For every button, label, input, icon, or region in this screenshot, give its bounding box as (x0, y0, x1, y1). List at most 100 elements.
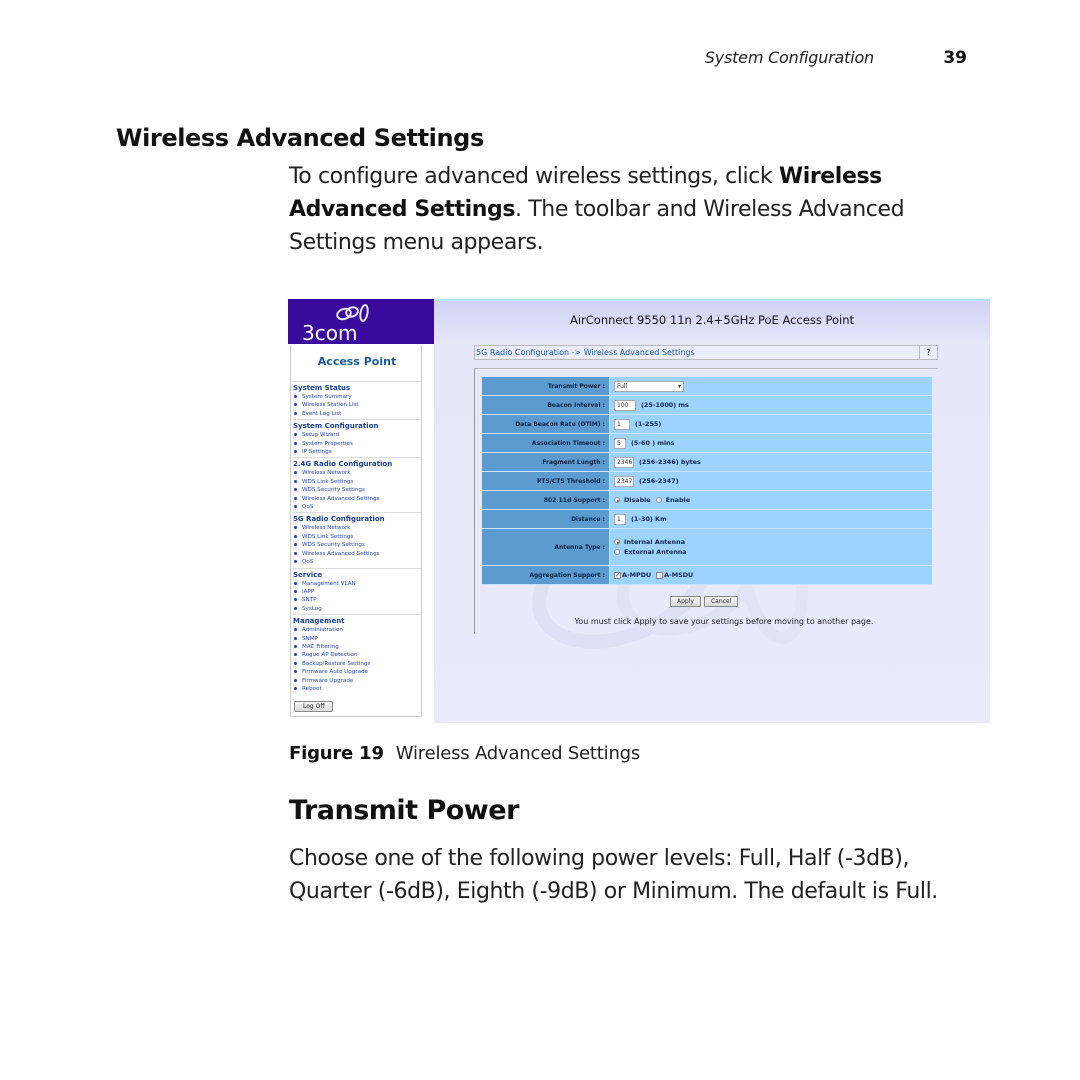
sidebar-item[interactable]: WDS Security Settings (293, 541, 421, 549)
bullet-icon (294, 471, 297, 475)
bullet-icon (294, 560, 297, 564)
intro-text: To configure advanced wireless settings,… (289, 164, 779, 189)
nav-group: System Status System Summary Wireless Stat… (293, 381, 421, 419)
radio-icon[interactable] (655, 497, 662, 503)
nav-group-title: 2.4G Radio Configuration (293, 460, 393, 469)
distance-input[interactable]: 1 (614, 513, 626, 525)
sidebar-item[interactable]: Reboot (293, 685, 421, 693)
nav-group: 5G Radio Configuration Wireless Network WD… (293, 512, 421, 567)
sidebar-item[interactable]: Wireless Advanced Settings (293, 495, 421, 503)
bullet-icon (294, 661, 297, 665)
apply-button[interactable]: Apply (670, 596, 701, 607)
radio-icon[interactable] (614, 549, 620, 555)
sidebar-item[interactable]: Event Log List (293, 410, 421, 418)
sidebar-item[interactable]: Wireless Network (293, 469, 421, 477)
sidebar-item[interactable]: WDS Link Settings (293, 533, 421, 541)
nav-group: Management Administration SNMP MAC Filterin… (293, 614, 421, 713)
sidebar-item-label: Management VLAN (302, 580, 356, 587)
nav-group-title: System Status (293, 384, 351, 392)
radio-selected-icon[interactable] (614, 497, 620, 503)
rts-threshold-input[interactable]: 2347 (614, 475, 634, 487)
sidebar-item-label: SNTP (302, 597, 317, 604)
sidebar-item[interactable]: System Properties (293, 440, 421, 448)
bullet-icon (294, 450, 297, 454)
sidebar-item[interactable]: SNTP (293, 596, 421, 604)
sidebar-item-label: QoS (302, 504, 314, 511)
sidebar-item[interactable]: SysLog (293, 605, 421, 613)
nav-group-title: Management (293, 617, 345, 626)
beacon-interval-hint: (25-1000) ms (641, 401, 689, 409)
sidebar-item-label: Rogue AP Detection (302, 652, 358, 659)
bullet-icon (294, 581, 297, 585)
brand-logo: 3com (288, 299, 434, 345)
form-row-aggregation: Aggregation Support : ✓ A-MPDU A-MSDU (482, 566, 932, 585)
sidebar-item[interactable]: Wireless Network (293, 524, 421, 532)
top-strip (434, 299, 990, 301)
option-label: Internal Antenna (624, 538, 686, 546)
form-row-80211d: 802.11d Support : Disable Enable (482, 491, 932, 510)
cancel-button[interactable]: Cancel (703, 596, 739, 607)
sidebar-item[interactable]: IP Settings (293, 448, 421, 456)
help-button[interactable]: ? (919, 346, 937, 359)
sidebar-item-label: Administration (302, 627, 343, 634)
radio-selected-icon[interactable] (614, 539, 620, 545)
bullet-icon (294, 589, 297, 593)
transmit-power-label: Transmit Power : (482, 377, 610, 395)
sidebar-item-label: Reboot (302, 685, 322, 692)
logoff-button[interactable]: Log Off (294, 701, 334, 713)
access-point-title: Access Point (317, 355, 397, 368)
association-timeout-input[interactable]: 5 (614, 437, 626, 449)
bullet-icon (294, 686, 297, 690)
sidebar-item[interactable]: SNMP (293, 635, 421, 643)
sidebar-item[interactable]: MAC Filtering (293, 643, 421, 651)
settings-form: Transmit Power : Full ▾ Beacon Interval :… (482, 377, 932, 585)
transmit-power-value: Full (617, 382, 628, 390)
sidebar-item[interactable]: Wireless Station List (293, 401, 421, 409)
amsdu-option[interactable]: A-MSDU (656, 571, 693, 579)
dot11d-enable-option[interactable]: Enable (655, 496, 690, 504)
sidebar-item[interactable]: Management VLAN (293, 580, 421, 588)
sidebar-item[interactable]: WDS Link Settings (293, 478, 421, 486)
sidebar-item[interactable]: Administration (293, 626, 421, 634)
sidebar-item[interactable]: Firmware Upgrade (293, 677, 421, 685)
sidebar-item-label: Backup/Restore Settings (302, 660, 371, 667)
sidebar-item[interactable]: System Summary (293, 393, 421, 401)
sidebar-item[interactable]: Setup Wizard (293, 431, 421, 439)
sidebar-item[interactable]: QoS (293, 503, 421, 511)
dot11d-disable-option[interactable]: Disable (614, 496, 651, 504)
transmit-power-heading: Transmit Power (289, 795, 519, 826)
bullet-icon (294, 670, 297, 674)
bullet-icon (294, 678, 297, 682)
intro-paragraph: To configure advanced wireless settings,… (289, 160, 969, 259)
bullet-icon (294, 543, 297, 547)
running-head: System Configuration 39 (0, 48, 1080, 72)
ampdu-option[interactable]: ✓ A-MPDU (614, 571, 651, 579)
beacon-interval-input[interactable]: 100 (614, 399, 636, 411)
bullet-icon (294, 606, 297, 610)
form-row-rts-threshold: RTS/CTS Threshold : 2347 (256-2347) (482, 472, 932, 491)
sidebar-item[interactable]: Firmware Auto Upgrade (293, 668, 421, 676)
nav-group-title: 5G Radio Configuration (293, 515, 385, 524)
sidebar-nav: System Status System Summary Wireless Stat… (293, 381, 421, 713)
sidebar-item[interactable]: Backup/Restore Settings (293, 660, 421, 668)
sidebar-item[interactable]: IAPP (293, 588, 421, 596)
transmit-power-select[interactable]: Full ▾ (614, 380, 684, 392)
antenna-internal-option[interactable]: Internal Antenna (614, 538, 685, 546)
antenna-type-label: Antenna Type : (482, 529, 610, 565)
checkbox-icon[interactable] (656, 571, 664, 579)
bullet-icon (294, 488, 297, 492)
bullet-icon (294, 628, 297, 632)
dtim-input[interactable]: 1 (614, 418, 630, 430)
sidebar-item-label: Wireless Advanced Settings (302, 550, 380, 557)
sidebar-item[interactable]: WDS Security Settings (293, 486, 421, 494)
sidebar-item-label: WDS Link Settings (302, 478, 354, 485)
antenna-external-option[interactable]: External Antenna (614, 548, 687, 556)
sidebar-item-label: Wireless Advanced Settings (302, 495, 380, 502)
figure-screenshot: 3com Access Point System Status System Su… (288, 299, 990, 723)
fragment-length-input[interactable]: 2346 (614, 456, 634, 468)
checkbox-checked-icon[interactable]: ✓ (614, 571, 621, 579)
sidebar-item[interactable]: Wireless Advanced Settings (293, 550, 421, 558)
sidebar-item[interactable]: QoS (293, 558, 421, 566)
sidebar-item[interactable]: Rogue AP Detection (293, 651, 421, 659)
sidebar-item-label: Setup Wizard (302, 432, 340, 439)
